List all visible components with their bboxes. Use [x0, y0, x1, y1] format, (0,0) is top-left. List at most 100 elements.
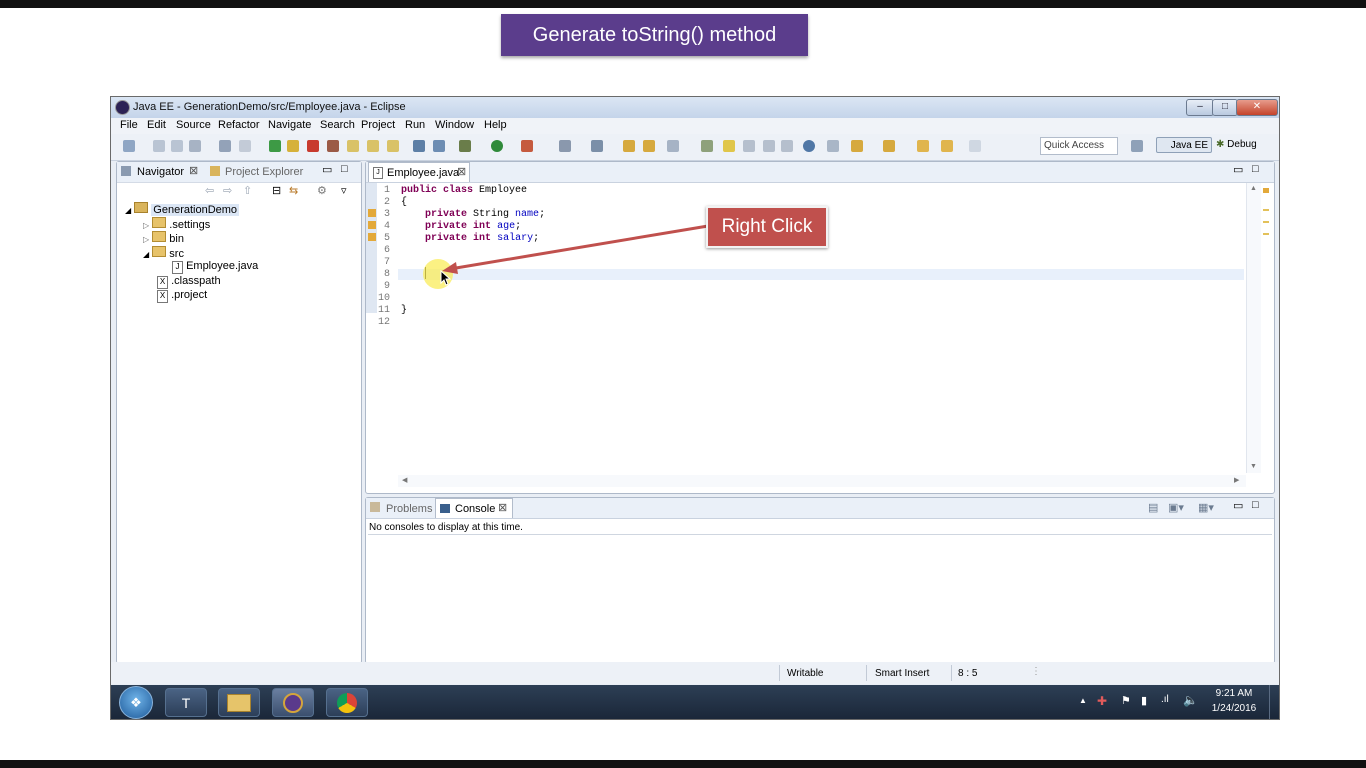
menu-edit[interactable]: Edit [147, 119, 166, 131]
menu-file[interactable]: File [120, 119, 138, 131]
tree-item-src[interactable]: ◢ src [143, 246, 184, 260]
show-desktop-button[interactable] [1269, 685, 1279, 719]
step-return-icon[interactable] [387, 140, 399, 152]
last-edit-icon[interactable] [883, 140, 895, 152]
highlight-icon[interactable] [723, 140, 735, 152]
taskbar-app-camtasia[interactable]: T [165, 688, 207, 717]
volume-icon[interactable]: 🔈 [1183, 693, 1198, 707]
editor-horizontal-scrollbar[interactable]: ◀ ▶ [398, 475, 1246, 487]
new-icon[interactable] [123, 140, 135, 152]
pilcrow-icon[interactable] [781, 140, 793, 152]
server-icon[interactable] [413, 140, 425, 152]
tray-app-icon[interactable]: ✚ [1097, 694, 1107, 708]
link-editor-icon[interactable]: ⇆ [289, 184, 298, 197]
save-all-icon[interactable] [171, 140, 183, 152]
minimize-view-icon[interactable]: ▭ [322, 163, 332, 176]
scroll-down-arrow-icon[interactable]: ▼ [1250, 463, 1257, 470]
tab-project-explorer[interactable]: Project Explorer [225, 166, 303, 178]
clock-date[interactable]: 1/24/2016 [1207, 703, 1261, 714]
editor-vertical-scrollbar[interactable]: ▲ ▼ [1246, 183, 1261, 473]
forward-more-icon[interactable] [969, 140, 981, 152]
step-over-icon[interactable] [367, 140, 379, 152]
menu-source[interactable]: Source [176, 119, 211, 131]
up-nav-icon[interactable]: ⇧ [243, 184, 252, 197]
start-button[interactable]: ❖ [119, 686, 153, 719]
view-menu-icon[interactable]: ▿ [341, 184, 347, 197]
network-icon[interactable]: .ıl [1161, 694, 1169, 705]
tree-item-project-file[interactable]: X .project [157, 289, 207, 303]
close-button[interactable]: ✕ [1236, 99, 1278, 116]
tree-item-settings[interactable]: ▷ .settings [143, 217, 210, 231]
taskbar-app-explorer[interactable] [218, 688, 260, 717]
open-perspective-icon[interactable] [1131, 140, 1143, 152]
minimize-button[interactable]: – [1186, 99, 1214, 116]
tree-item-classpath[interactable]: X .classpath [157, 275, 221, 289]
run-icon[interactable] [491, 140, 503, 152]
maximize-editor-icon[interactable]: □ [1252, 163, 1259, 175]
forward-nav-icon[interactable]: ⇨ [223, 184, 232, 197]
resume-icon[interactable] [269, 140, 281, 152]
toggle-block-icon[interactable] [743, 140, 755, 152]
menu-refactor[interactable]: Refactor [218, 119, 260, 131]
show-whitespace-icon[interactable] [763, 140, 775, 152]
scroll-right-arrow-icon[interactable]: ▶ [1234, 476, 1239, 484]
tab-console[interactable]: Console ⊠ [435, 498, 513, 518]
display-console-icon[interactable]: ▣▾ [1168, 501, 1184, 514]
taskbar-app-chrome[interactable] [326, 688, 368, 717]
pin-console-icon[interactable]: ▤ [1148, 501, 1158, 514]
action-center-flag-icon[interactable]: ⚑ [1121, 694, 1131, 707]
menu-run[interactable]: Run [405, 119, 425, 131]
save-icon[interactable] [153, 140, 165, 152]
menu-search[interactable]: Search [320, 119, 355, 131]
skip-breakpoints-icon[interactable] [239, 140, 251, 152]
forward-icon[interactable] [941, 140, 953, 152]
perspective-debug-button[interactable]: ✱ Debug [1216, 139, 1257, 150]
tab-problems[interactable]: Problems [386, 503, 432, 515]
tab-navigator[interactable]: Navigator [137, 166, 184, 178]
open-folder-icon[interactable] [623, 140, 635, 152]
taskbar-app-eclipse[interactable] [272, 688, 314, 717]
collapse-all-icon[interactable]: ⊟ [272, 184, 281, 197]
clock-time[interactable]: 9:21 AM [1211, 688, 1257, 699]
close-tab-icon[interactable]: ⊠ [189, 164, 198, 177]
minimize-console-icon[interactable]: ▭ [1233, 499, 1243, 512]
minimize-editor-icon[interactable]: ▭ [1233, 163, 1243, 176]
debug-icon[interactable] [459, 140, 471, 152]
back-nav-icon[interactable]: ⇦ [205, 184, 214, 197]
search-icon[interactable] [827, 140, 839, 152]
step-into-icon[interactable] [347, 140, 359, 152]
menu-project[interactable]: Project [361, 119, 395, 131]
tree-item-bin[interactable]: ▷ bin [143, 231, 184, 245]
web-services-icon[interactable] [433, 140, 445, 152]
filter-icon[interactable]: ⚙ [317, 184, 327, 197]
print-icon[interactable] [189, 140, 201, 152]
show-hidden-icons[interactable]: ▲ [1079, 696, 1087, 705]
terminate-icon[interactable] [307, 140, 319, 152]
scroll-left-arrow-icon[interactable]: ◀ [402, 476, 407, 484]
new-server-icon[interactable] [559, 140, 571, 152]
open-console-icon[interactable]: ▦▾ [1198, 501, 1214, 514]
new-package-icon[interactable] [591, 140, 603, 152]
menu-help[interactable]: Help [484, 119, 507, 131]
next-annotation-icon[interactable] [851, 140, 863, 152]
tree-item-employee-java[interactable]: J Employee.java [172, 260, 258, 274]
close-tab-icon[interactable]: ⊠ [457, 165, 466, 178]
menu-navigate[interactable]: Navigate [268, 119, 311, 131]
tree-item-project[interactable]: ◢ GenerationDemo [125, 202, 240, 216]
disconnect-icon[interactable] [327, 140, 339, 152]
scroll-up-arrow-icon[interactable]: ▲ [1250, 185, 1257, 192]
open-task-icon[interactable] [667, 140, 679, 152]
open-type-icon[interactable] [643, 140, 655, 152]
perspective-javaee-button[interactable]: Java EE [1156, 137, 1212, 153]
maximize-console-icon[interactable]: □ [1252, 499, 1259, 511]
close-tab-icon[interactable]: ⊠ [498, 501, 507, 514]
back-icon[interactable] [917, 140, 929, 152]
coverage-icon[interactable] [521, 140, 533, 152]
globe-icon[interactable] [803, 140, 815, 152]
maximize-view-icon[interactable]: □ [341, 163, 348, 175]
power-icon[interactable]: ▮ [1141, 694, 1147, 707]
suspend-icon[interactable] [287, 140, 299, 152]
mark-occurrences-icon[interactable] [701, 140, 713, 152]
build-icon[interactable] [219, 140, 231, 152]
tab-employee-java[interactable]: J Employee.java ⊠ [368, 162, 470, 182]
